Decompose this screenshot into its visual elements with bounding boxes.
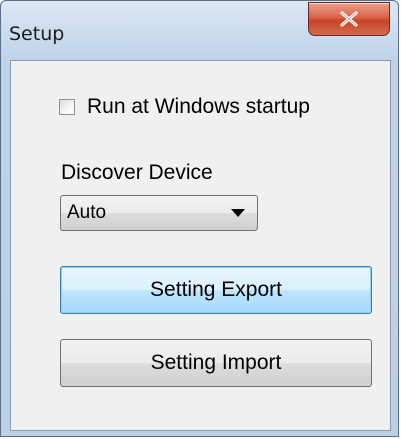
discover-device-value: Auto: [67, 202, 107, 223]
discover-device-label: Discover Device: [61, 161, 213, 184]
setting-export-button[interactable]: Setting Export: [60, 266, 372, 314]
close-icon: [340, 11, 358, 27]
close-button[interactable]: [308, 2, 390, 36]
run-at-startup-option[interactable]: Run at Windows startup: [59, 95, 310, 119]
window-title: Setup: [9, 23, 65, 45]
run-at-startup-checkbox[interactable]: [59, 99, 75, 115]
setting-import-button[interactable]: Setting Import: [60, 339, 372, 387]
setup-window: Setup Run at Windows startup Discover De…: [0, 0, 399, 437]
discover-device-select[interactable]: Auto: [60, 195, 258, 231]
chevron-down-icon: [231, 209, 245, 217]
dialog-body: Run at Windows startup Discover Device A…: [10, 60, 391, 431]
run-at-startup-label[interactable]: Run at Windows startup: [87, 95, 310, 119]
title-bar[interactable]: Setup: [1, 1, 398, 61]
